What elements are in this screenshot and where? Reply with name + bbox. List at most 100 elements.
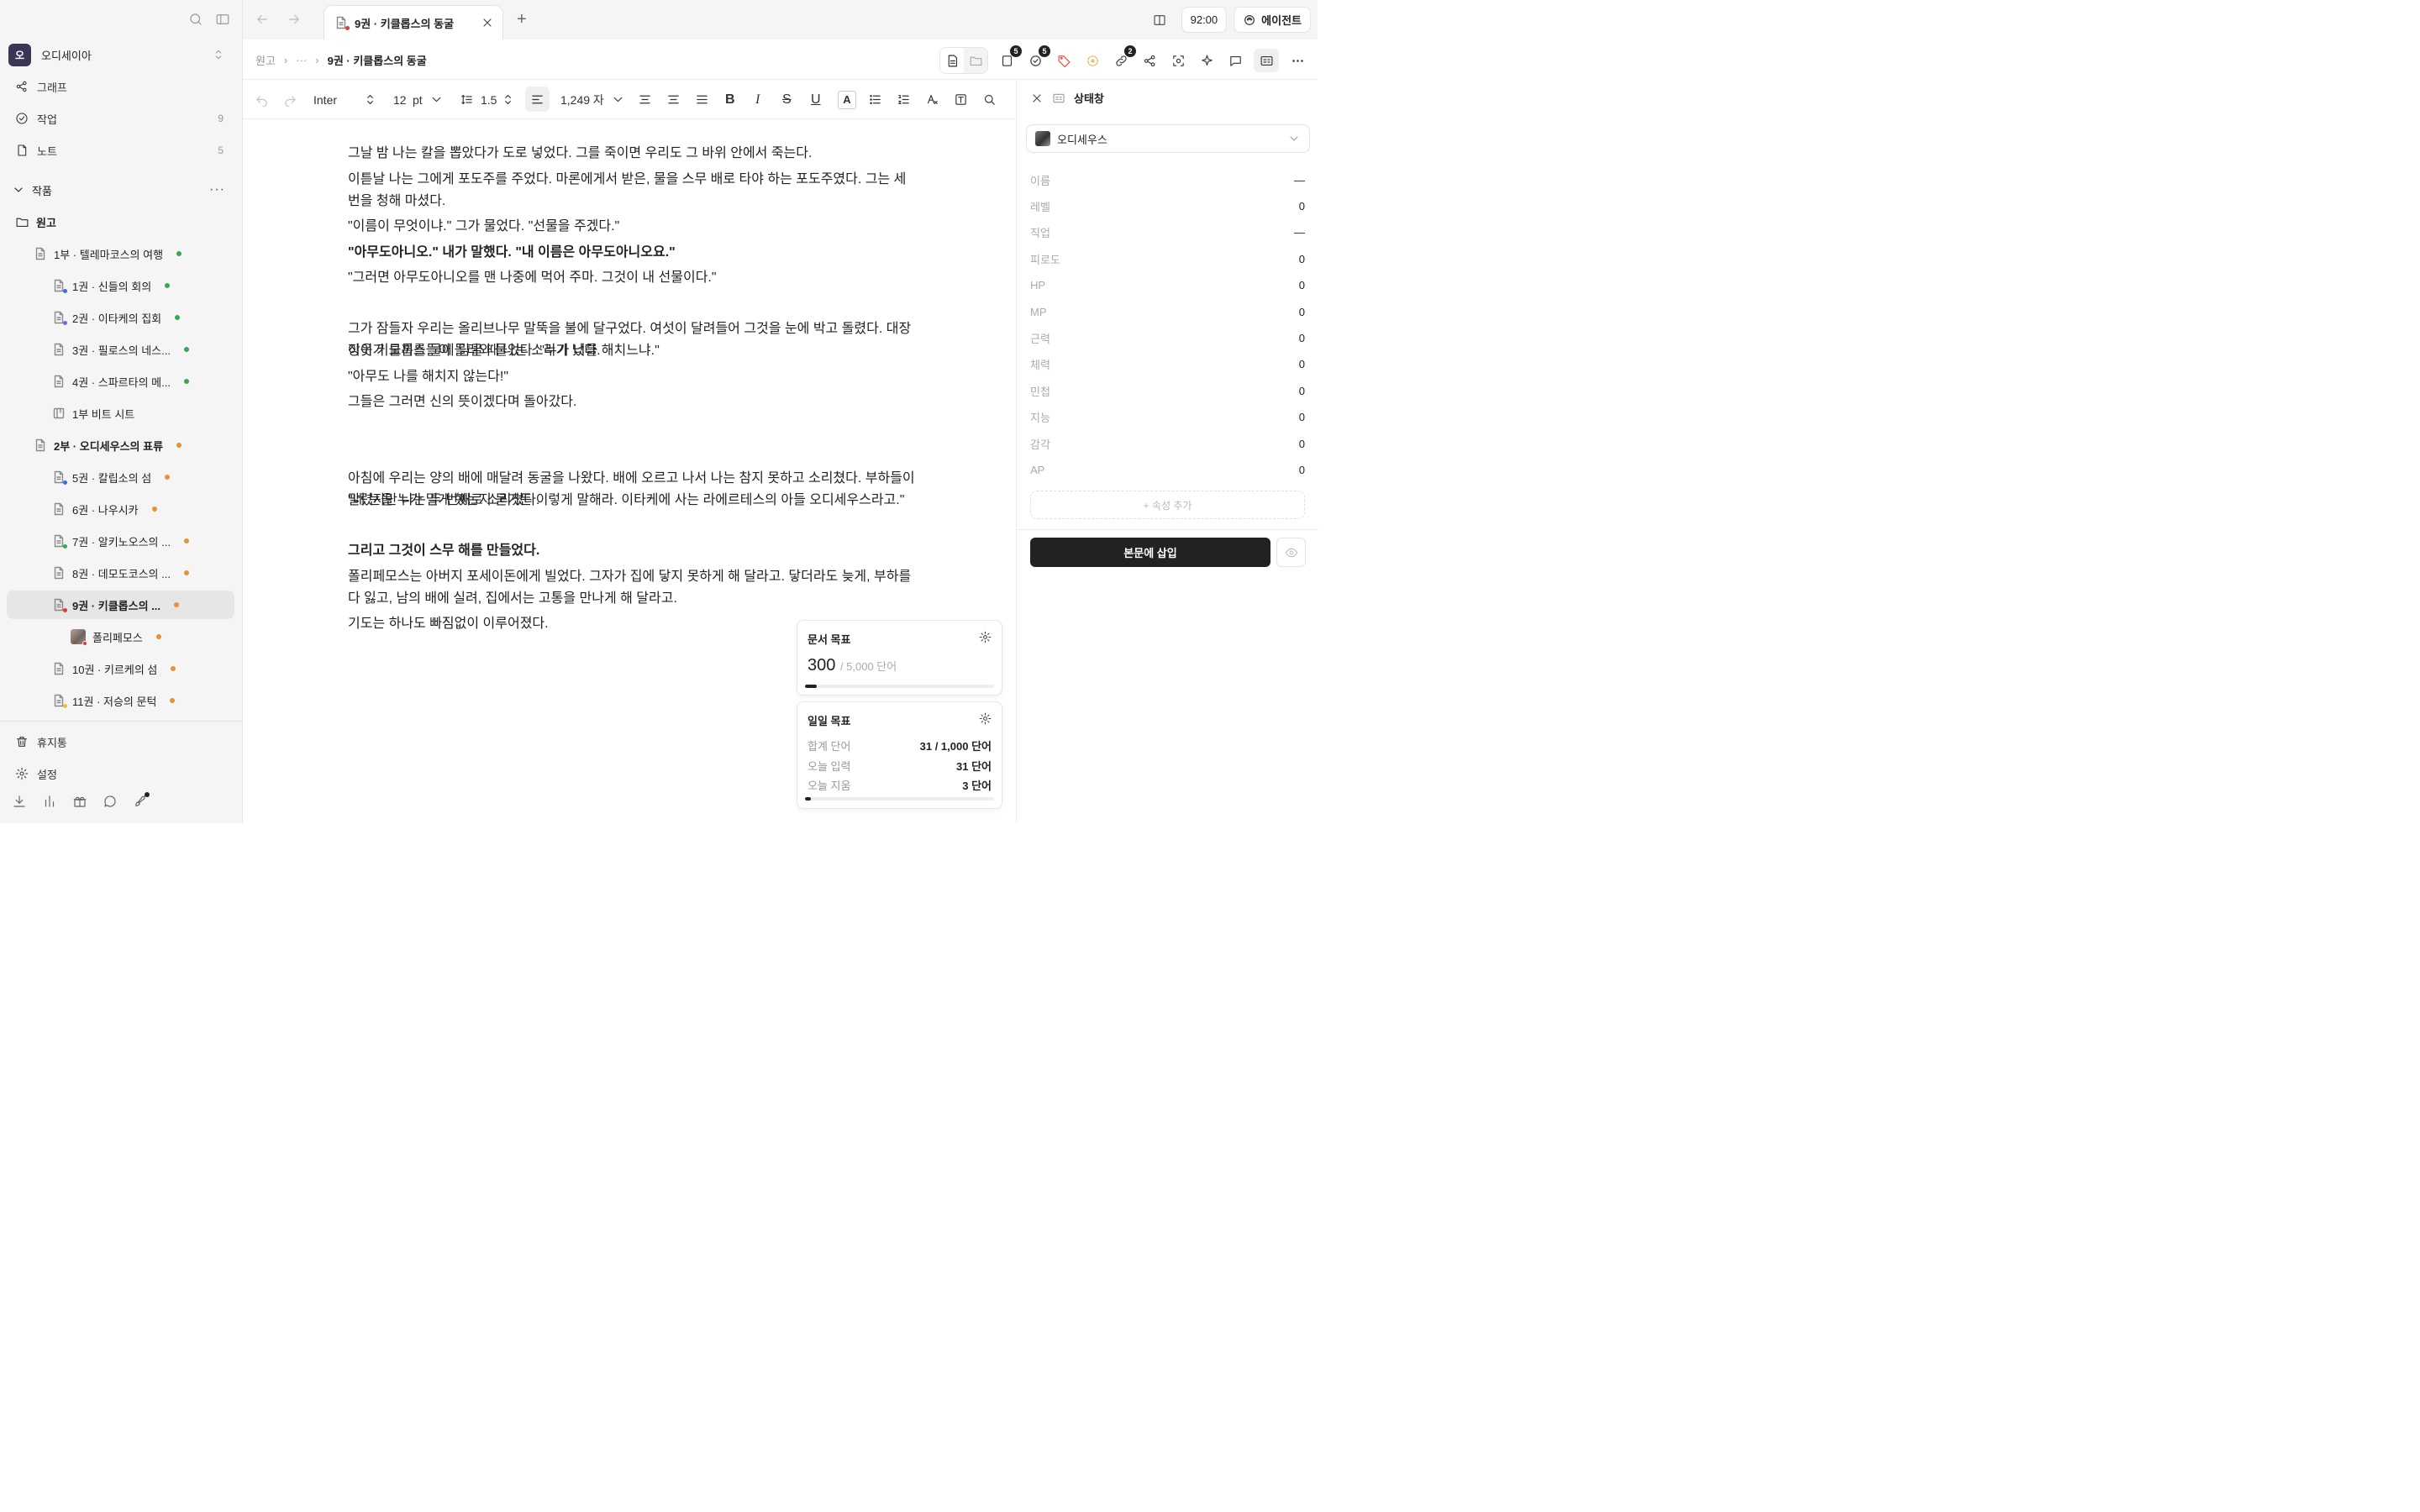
property-row[interactable]: 레벨 0 xyxy=(1030,197,1305,214)
paragraph[interactable]: 그리고 그것이 스무 해를 만들었다. xyxy=(348,540,919,562)
font-family-select[interactable]: Inter xyxy=(313,80,337,119)
bold-icon[interactable]: B xyxy=(725,80,735,119)
property-row[interactable]: 이름 — xyxy=(1030,171,1305,188)
sidebar-toggle-icon[interactable] xyxy=(215,12,230,27)
document-view-icon[interactable] xyxy=(940,48,964,73)
comment-icon[interactable] xyxy=(1225,49,1245,72)
property-row[interactable]: AP 0 xyxy=(1030,461,1305,478)
sidebar-item-graph[interactable]: 그래프 xyxy=(8,75,234,98)
word-count-select[interactable]: 1,249 자 xyxy=(560,80,625,119)
property-row[interactable]: 피로도 0 xyxy=(1030,250,1305,267)
close-icon[interactable] xyxy=(481,16,494,29)
tree-folder[interactable]: 원고 xyxy=(7,207,234,236)
close-icon[interactable] xyxy=(1030,92,1044,105)
tree-document[interactable]: 3권 · 필로스의 네스... xyxy=(7,335,234,364)
property-row[interactable]: 지능 0 xyxy=(1030,409,1305,426)
strikethrough-icon[interactable]: S xyxy=(782,80,792,119)
gear-icon[interactable] xyxy=(979,631,992,643)
paragraph[interactable]: 이웃 키클롭스들이 몰려와 물었다. "누가 너를 해치느냐." xyxy=(348,340,919,362)
breadcrumb-ellipsis[interactable]: ··· xyxy=(296,54,307,66)
tree-character[interactable]: 폴리페모스 xyxy=(7,622,234,651)
chevron-updown-icon[interactable] xyxy=(363,80,377,119)
align-left-text-icon[interactable] xyxy=(638,80,652,119)
tree-document[interactable]: 4권 · 스파르타의 메... xyxy=(7,367,234,396)
redo-icon[interactable] xyxy=(283,80,297,119)
workspace-switcher[interactable]: 오 오디세이아 xyxy=(8,43,234,66)
tree-document[interactable]: 2권 · 이타케의 집회 xyxy=(7,303,234,332)
focus-icon[interactable] xyxy=(1168,49,1188,72)
tab-current-document[interactable]: 9권 · 키클롭스의 동굴 xyxy=(324,5,503,39)
status-circle-icon[interactable] xyxy=(1082,49,1102,72)
link-icon[interactable]: 2 xyxy=(1111,45,1136,72)
split-view-button[interactable] xyxy=(1144,7,1175,33)
tag-icon[interactable] xyxy=(1054,49,1074,72)
align-left-icon[interactable] xyxy=(525,87,550,112)
paragraph[interactable]: 그들은 그러면 신의 뜻이겠다며 돌아갔다. xyxy=(348,391,919,413)
paragraph[interactable]: 이튿날 나는 그에게 포도주를 주었다. 마론에게서 받은, 물을 스무 배로 … xyxy=(348,169,919,213)
folder-view-icon[interactable] xyxy=(964,48,987,73)
paragraph[interactable]: 폴리페모스는 아버지 포세이돈에게 빌었다. 그자가 집에 닿지 못하게 해 달… xyxy=(348,566,919,610)
back-arrow-icon[interactable] xyxy=(255,12,270,27)
task-check-icon[interactable]: 5 xyxy=(1025,45,1050,72)
gear-icon[interactable] xyxy=(979,712,992,725)
download-icon[interactable] xyxy=(12,794,27,809)
tree-document[interactable]: 9권 · 키클롭스의 ... xyxy=(7,591,234,619)
align-justify-icon[interactable] xyxy=(695,80,709,119)
add-property-button[interactable]: + 속성 추가 xyxy=(1030,491,1305,519)
italic-icon[interactable]: I xyxy=(755,80,760,119)
character-select[interactable]: 오디세우스 xyxy=(1026,124,1310,153)
editor[interactable]: 그날 밤 나는 칼을 뽑았다가 도로 넣었다. 그를 죽이면 우리도 그 바위 … xyxy=(243,119,1016,823)
tree-document[interactable]: 6권 · 나우시카 xyxy=(7,495,234,523)
more-icon[interactable] xyxy=(1287,49,1307,72)
tree-document[interactable]: 10권 · 키르케의 섬 xyxy=(7,654,234,683)
more-icon[interactable]: ··· xyxy=(209,182,234,197)
sidebar-item-trash[interactable]: 휴지통 xyxy=(8,730,234,753)
property-row[interactable]: 민첩 0 xyxy=(1030,382,1305,399)
text-color-icon[interactable]: A xyxy=(838,80,856,119)
underline-icon[interactable]: U xyxy=(811,80,821,119)
search-icon[interactable] xyxy=(982,80,997,119)
paragraph[interactable]: "이름이 무엇이냐." 그가 물었다. "선물을 주겠다." xyxy=(348,216,919,238)
section-header-works[interactable]: 작품 ··· xyxy=(8,178,234,202)
tree-document[interactable]: 1권 · 신들의 회의 xyxy=(7,271,234,300)
paragraph[interactable]: "아무도 나를 해치지 않는다!" xyxy=(348,366,919,388)
property-row[interactable]: MP 0 xyxy=(1030,303,1305,320)
tree-document[interactable]: 11권 · 저승의 문턱 xyxy=(7,686,234,715)
preview-button[interactable] xyxy=(1276,538,1306,567)
forward-arrow-icon[interactable] xyxy=(287,12,302,27)
status-window-icon[interactable] xyxy=(1254,49,1279,72)
sidebar-item-settings[interactable]: 설정 xyxy=(8,762,234,785)
sidebar-item-tasks[interactable]: 작업 9 xyxy=(8,107,234,130)
line-height-icon[interactable] xyxy=(460,80,474,119)
align-center-icon[interactable] xyxy=(666,80,681,119)
property-row[interactable]: 직업 — xyxy=(1030,224,1305,241)
property-row[interactable]: 감각 0 xyxy=(1030,435,1305,452)
pages-icon[interactable]: 5 xyxy=(997,45,1022,72)
agent-button[interactable]: 에이전트 xyxy=(1234,7,1311,33)
search-icon[interactable] xyxy=(188,12,203,27)
gift-icon[interactable] xyxy=(72,794,87,809)
tree-document[interactable]: 1부 비트 시트 xyxy=(7,399,234,428)
bullet-list-icon[interactable] xyxy=(868,80,882,119)
clear-format-icon[interactable] xyxy=(925,80,939,119)
font-unit-select[interactable]: pt xyxy=(413,80,444,119)
line-height-value[interactable]: 1.5 xyxy=(481,80,497,119)
timer-button[interactable]: 92:00 xyxy=(1181,7,1228,33)
chevron-updown-icon[interactable] xyxy=(501,80,515,119)
stats-icon[interactable] xyxy=(42,794,57,809)
property-row[interactable]: 체력 0 xyxy=(1030,356,1305,373)
sparkle-icon[interactable] xyxy=(1197,49,1217,72)
paragraph[interactable]: "아무도아니오." 내가 말했다. "내 이름은 아무도아니오요." xyxy=(348,242,919,264)
text-box-icon[interactable] xyxy=(954,80,968,119)
chat-icon[interactable] xyxy=(103,794,118,809)
tree-document[interactable]: 2부 · 오디세우스의 표류 xyxy=(7,431,234,459)
relations-icon[interactable] xyxy=(1139,49,1160,72)
paragraph[interactable]: "네 눈을 누가 멀게 했는지 묻거든 이렇게 말해라. 이타케에 사는 라에르… xyxy=(348,490,919,512)
rocket-icon[interactable] xyxy=(133,792,150,809)
property-row[interactable]: HP 0 xyxy=(1030,277,1305,294)
tree-document[interactable]: 7권 · 알키노오스의 ... xyxy=(7,527,234,555)
property-row[interactable]: 근력 0 xyxy=(1030,329,1305,346)
sidebar-item-notes[interactable]: 노트 5 xyxy=(8,139,234,162)
numbered-list-icon[interactable] xyxy=(897,80,911,119)
paragraph[interactable]: "그러면 아무도아니오를 맨 나중에 먹어 주마. 그것이 내 선물이다." xyxy=(348,267,919,289)
